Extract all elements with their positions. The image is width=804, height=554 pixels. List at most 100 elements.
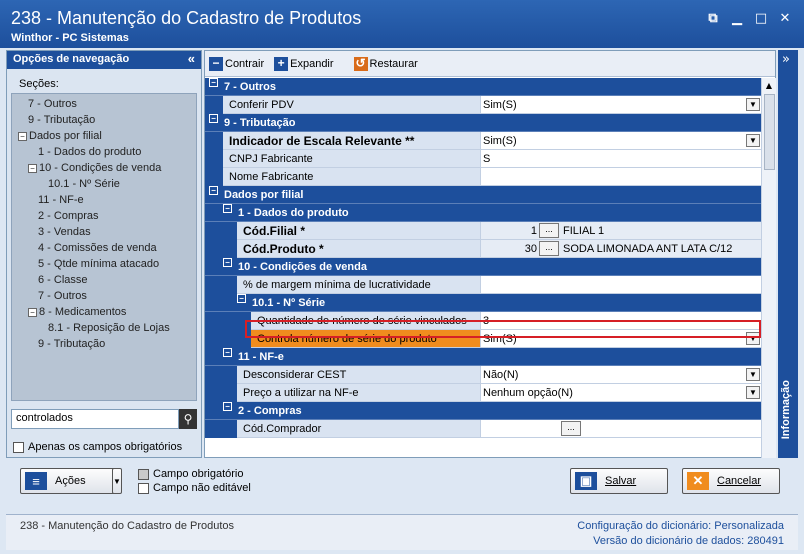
tree-item[interactable]: 9 - Tributação <box>12 336 196 352</box>
category-collapse-icon[interactable]: − <box>209 114 218 123</box>
category-collapse-icon[interactable]: − <box>237 294 246 303</box>
legend-readonly: Campo não editável <box>138 482 251 494</box>
property-row[interactable]: Conferir PDV Sim(S) ▼ <box>205 96 761 114</box>
chevron-down-icon[interactable]: ▼ <box>746 386 760 399</box>
restore-window-icon[interactable]: ⧉ <box>704 10 722 26</box>
tree-item[interactable]: 7 - Outros <box>12 96 196 112</box>
property-input[interactable]: ... <box>481 420 761 438</box>
tree-item[interactable]: 3 - Vendas <box>12 224 196 240</box>
chevron-down-icon[interactable]: ▼ <box>746 98 760 111</box>
category-collapse-icon[interactable]: − <box>209 78 218 87</box>
property-select[interactable]: Sim(S) ▼ <box>481 330 761 348</box>
chevron-down-icon[interactable]: ▼ <box>746 134 760 147</box>
ellipsis-button[interactable]: ... <box>561 421 581 436</box>
property-row[interactable]: Cód.Produto * 30... SODA LIMONADA ANT LATA… <box>205 240 761 258</box>
category-row[interactable]: −7 - Outros <box>205 78 761 96</box>
category-collapse-icon[interactable]: − <box>209 186 218 195</box>
collapse-left-icon[interactable]: « <box>188 51 195 66</box>
property-row[interactable]: Quantidade de número de série vinculados… <box>205 312 761 330</box>
tree-item[interactable]: −10 - Condições de venda <box>12 160 196 176</box>
ellipsis-button[interactable]: ... <box>539 241 559 256</box>
category-label: 9 - Tributação <box>224 117 296 129</box>
property-row[interactable]: Cód.Comprador... <box>205 420 761 438</box>
category-collapse-icon[interactable]: − <box>223 258 232 267</box>
lookup-code-input[interactable]: 30... <box>481 240 561 258</box>
category-row[interactable]: − Dados por filial <box>205 186 761 204</box>
tree-expander-icon[interactable]: − <box>28 307 37 317</box>
collapse-right-icon[interactable]: » <box>782 52 790 67</box>
window-title: 238 - Manutenção do Cadastro de Produtos <box>11 8 362 28</box>
property-select[interactable]: Nenhum opção(N) ▼ <box>481 384 761 402</box>
property-row[interactable]: CNPJ Fabricante S <box>205 150 761 168</box>
actions-dropdown-button[interactable]: ▼ <box>112 468 122 494</box>
tree-item[interactable]: 9 - Tributação <box>12 112 196 128</box>
save-button[interactable]: ▣ Salvar <box>570 468 668 494</box>
info-panel[interactable]: » Informação <box>778 50 798 458</box>
property-row[interactable]: Cód.Filial * 1... FILIAL 1 <box>205 222 761 240</box>
property-row[interactable]: Preço a utilizar na NF-e Nenhum opção(N) ▼ <box>205 384 761 402</box>
tree-item[interactable]: 6 - Classe <box>12 272 196 288</box>
chevron-down-icon[interactable]: ▼ <box>746 332 760 345</box>
cancel-button[interactable]: ✕ Cancelar <box>682 468 780 494</box>
checkbox-box[interactable] <box>13 441 24 453</box>
category-row[interactable]: −1 - Dados do produto <box>205 204 761 222</box>
property-row[interactable]: % de margem mínima de lucratividade <box>205 276 761 294</box>
tree-item[interactable]: − Dados por filial <box>12 128 196 144</box>
indent-bar <box>205 132 223 150</box>
scroll-thumb[interactable] <box>764 94 775 170</box>
property-row[interactable]: Controla número de série do produto Sim(S… <box>205 330 761 348</box>
property-row[interactable]: Nome Fabricante <box>205 168 761 186</box>
search-input[interactable]: controlados <box>11 409 179 429</box>
indent-bar <box>205 420 237 438</box>
tree-item[interactable]: −8 - Medicamentos <box>12 304 196 320</box>
required-only-checkbox[interactable]: Apenas os campos obrigatórios <box>13 441 182 453</box>
tree-item[interactable]: 8.1 - Reposição de Lojas <box>12 320 196 336</box>
tree-item-label: 2 - Compras <box>38 210 99 222</box>
property-input[interactable]: 3 <box>481 312 761 330</box>
minimize-icon[interactable]: ▁ <box>728 10 746 26</box>
tree-item[interactable]: 2 - Compras <box>12 208 196 224</box>
indent-bar <box>205 240 237 258</box>
actions-button[interactable]: ≡ Ações <box>20 468 120 494</box>
lookup-code-input[interactable]: 1... <box>481 222 561 240</box>
category-row[interactable]: −11 - NF-e <box>205 348 761 366</box>
tree-item[interactable]: 7 - Outros <box>12 288 196 304</box>
category-collapse-icon[interactable]: − <box>223 402 232 411</box>
property-row[interactable]: Desconsiderar CEST Não(N) ▼ <box>205 366 761 384</box>
tree-item[interactable]: 10.1 - Nº Série <box>12 176 196 192</box>
tree-item[interactable]: 11 - NF-e <box>12 192 196 208</box>
property-input[interactable] <box>481 168 761 186</box>
property-row[interactable]: Indicador de Escala Relevante ** Sim(S) ▼ <box>205 132 761 150</box>
property-value: 3 <box>483 315 490 327</box>
restore-button[interactable]: ↺ Restaurar <box>353 56 418 71</box>
category-row[interactable]: −9 - Tributação <box>205 114 761 132</box>
property-input[interactable]: S <box>481 150 761 168</box>
maximize-icon[interactable]: □ <box>752 10 770 26</box>
category-collapse-icon[interactable]: − <box>223 204 232 213</box>
chevron-down-icon[interactable]: ▼ <box>746 368 760 381</box>
status-bar: 238 - Manutenção do Cadastro de Produtos… <box>6 514 798 550</box>
search-icon[interactable]: ⚲ <box>179 409 197 429</box>
ellipsis-button[interactable]: ... <box>539 223 559 238</box>
grid-scrollbar[interactable]: ▲ <box>761 78 776 458</box>
actions-label: Ações <box>55 475 86 487</box>
sections-tree[interactable]: 7 - Outros 9 - Tributação − Dados por filia… <box>11 93 197 401</box>
property-select[interactable]: Sim(S) ▼ <box>481 132 761 150</box>
indent-bar <box>205 312 251 330</box>
category-collapse-icon[interactable]: − <box>223 348 232 357</box>
expand-button[interactable]: + Expandir <box>274 56 334 71</box>
close-icon[interactable]: ✕ <box>776 10 794 26</box>
tree-expander-icon[interactable]: − <box>18 131 27 141</box>
property-select[interactable]: Não(N) ▼ <box>481 366 761 384</box>
collapse-button[interactable]: − Contrair <box>209 56 264 71</box>
category-row[interactable]: −10 - Condições de venda <box>205 258 761 276</box>
tree-item[interactable]: 4 - Comissões de venda <box>12 240 196 256</box>
category-row[interactable]: −10.1 - Nº Série <box>205 294 761 312</box>
scroll-up-icon[interactable]: ▲ <box>762 78 776 93</box>
tree-expander-icon[interactable]: − <box>28 163 37 173</box>
tree-item[interactable]: 5 - Qtde mínima atacado <box>12 256 196 272</box>
tree-item[interactable]: 1 - Dados do produto <box>12 144 196 160</box>
property-input[interactable] <box>481 276 761 294</box>
property-select[interactable]: Sim(S) ▼ <box>481 96 761 114</box>
category-row[interactable]: −2 - Compras <box>205 402 761 420</box>
